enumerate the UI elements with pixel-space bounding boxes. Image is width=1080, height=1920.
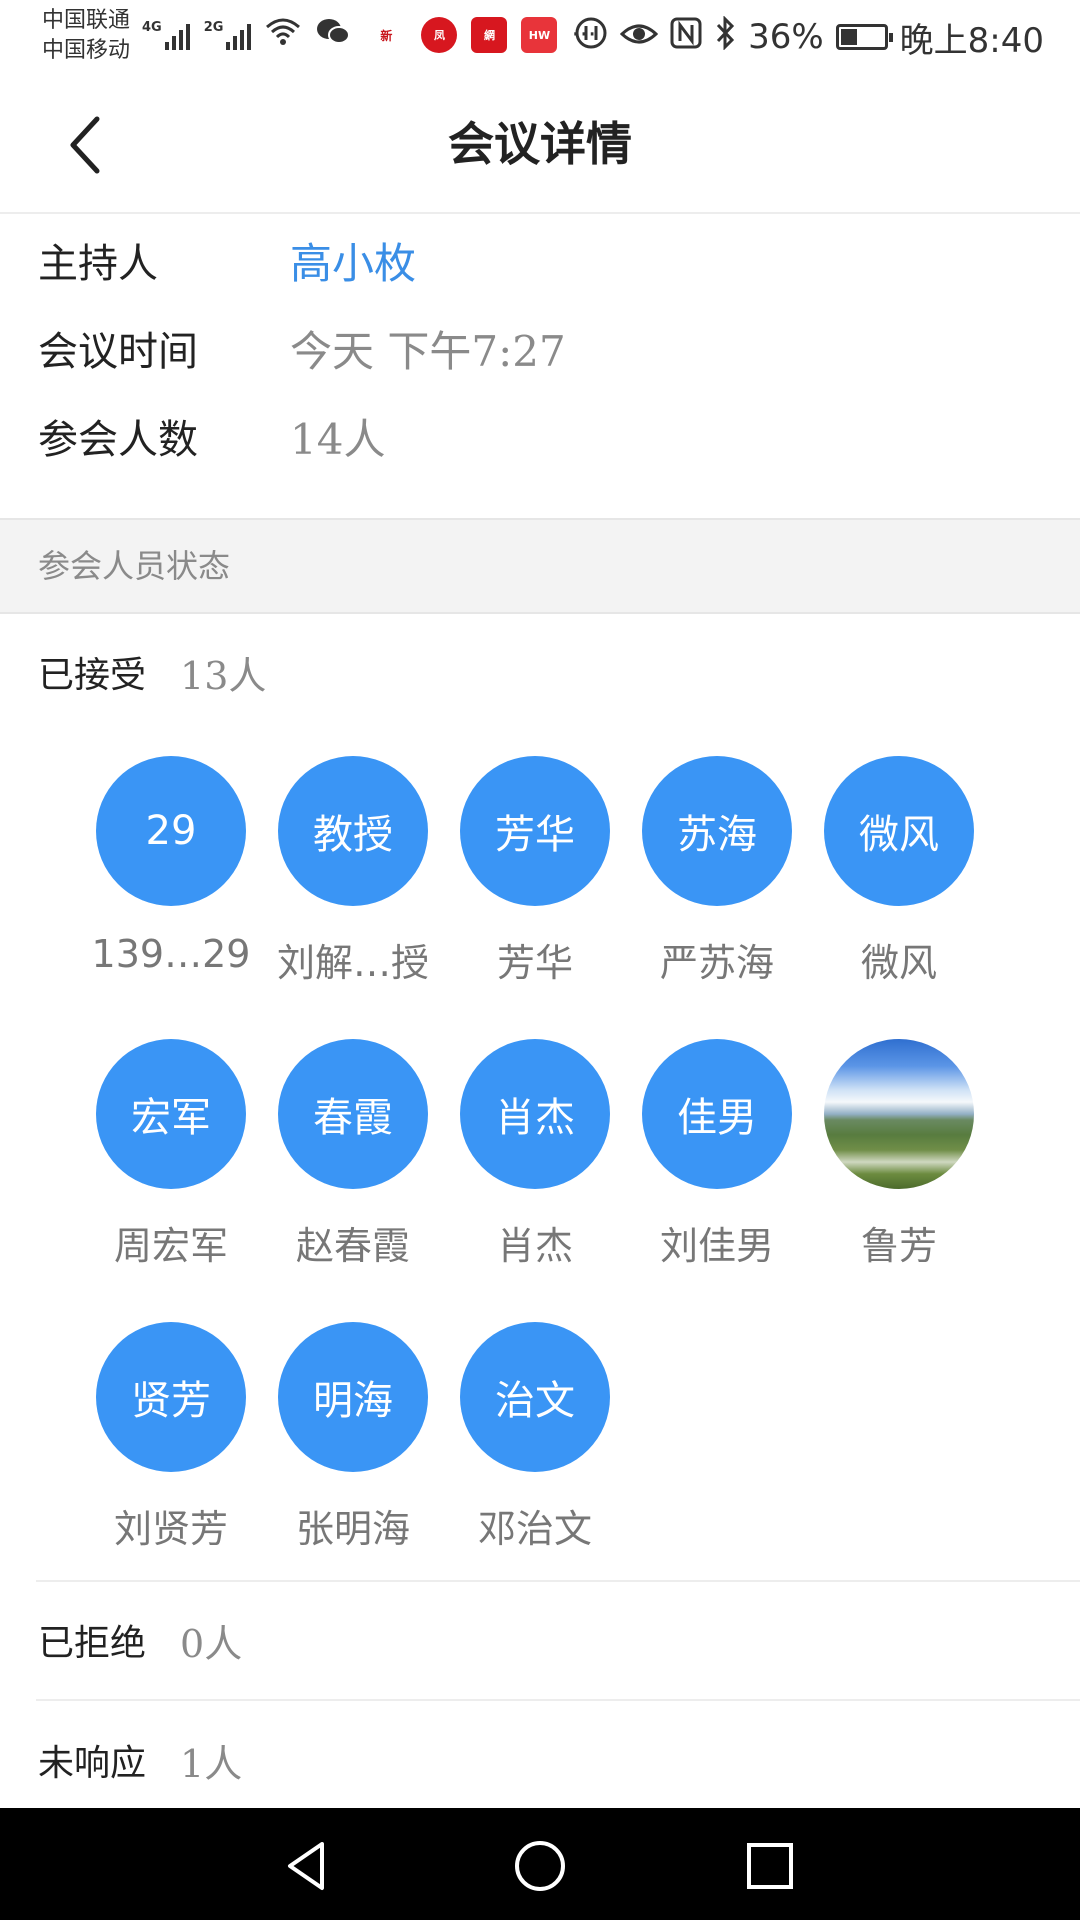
- avatar: 治文: [460, 1322, 610, 1472]
- no-response-label: 未响应: [38, 1743, 147, 1784]
- attendee-item[interactable]: 春霞 赵春霞: [262, 1023, 444, 1268]
- phoenix-icon: 凤: [421, 17, 458, 53]
- circle-home-icon: [515, 1841, 565, 1891]
- bluetooth-icon: [714, 14, 736, 59]
- nav-back-button[interactable]: [278, 1836, 338, 1896]
- attendee-item[interactable]: 治文 邓治文: [444, 1306, 626, 1551]
- attendee-name: 微风: [860, 941, 937, 985]
- netease-icon: 網: [471, 17, 508, 53]
- attendee-item[interactable]: 佳男 刘佳男: [626, 1023, 808, 1268]
- count-value: 14人: [290, 414, 386, 464]
- attendee-name: 139…29: [91, 932, 251, 976]
- page-title: 会议详情: [448, 117, 632, 171]
- attendee-item[interactable]: 鲁芳: [808, 1023, 990, 1268]
- eye-icon: [619, 17, 659, 57]
- battery-icon: [835, 24, 893, 50]
- section-header: 参会人员状态: [0, 518, 1080, 614]
- host-row: 主持人 高小枚: [0, 216, 1080, 304]
- attendee-name: 张明海: [295, 1507, 410, 1551]
- avatar: 佳男: [642, 1039, 792, 1189]
- wechat-icon: [315, 17, 351, 53]
- attendee-item[interactable]: 宏军 周宏军: [80, 1023, 262, 1268]
- wifi-icon: [265, 17, 301, 53]
- signal-icon: 4G: [142, 20, 190, 50]
- attendee-item[interactable]: 肖杰 肖杰: [444, 1023, 626, 1268]
- avatar: 教授: [278, 756, 428, 906]
- attendee-item[interactable]: 芳华 芳华: [444, 740, 626, 985]
- attendee-name: 赵春霞: [295, 1224, 410, 1268]
- attendee-item[interactable]: 贤芳 刘贤芳: [80, 1306, 262, 1551]
- attendee-name: 鲁芳: [860, 1224, 937, 1268]
- navigation-bar: [0, 1808, 1080, 1920]
- time-label: 会议时间: [38, 329, 198, 375]
- status-right: 36% 晚上8:40: [574, 12, 1044, 62]
- rejected-count: 0人: [180, 1621, 243, 1666]
- battery-fill: [840, 29, 857, 45]
- attendee-item[interactable]: 29 139…29: [80, 740, 262, 980]
- accepted-label: 已接受: [38, 655, 147, 696]
- clock: 晚上8:40: [899, 20, 1044, 61]
- avatar: 芳华: [460, 756, 610, 906]
- square-recents-icon: [747, 1843, 793, 1889]
- status-bar: 中国联通 中国移动 4G 2G 新 凤 網 HW ··· 36% 晚上8:40: [0, 0, 1080, 74]
- avatar: 明海: [278, 1322, 428, 1472]
- network-type-1: 4G: [142, 20, 162, 35]
- accepted-count: 13人: [180, 653, 267, 698]
- attendee-name: 刘解…授: [276, 941, 429, 985]
- attendee-name: 周宏军: [113, 1224, 228, 1268]
- avatar: 苏海: [642, 756, 792, 906]
- nav-recents-button[interactable]: [740, 1836, 800, 1896]
- data-icon: [574, 16, 608, 59]
- triangle-back-icon: [288, 1842, 324, 1890]
- avatar: 春霞: [278, 1039, 428, 1189]
- no-response-header[interactable]: 未响应 1人: [38, 1730, 242, 1790]
- news-icon: 新: [365, 17, 408, 53]
- carrier-2: 中国移动: [42, 38, 131, 63]
- rejected-header[interactable]: 已拒绝 0人: [38, 1610, 242, 1670]
- chevron-left-icon: [70, 116, 100, 174]
- network-type-2: 2G: [203, 20, 224, 35]
- time-row: 会议时间 今天 下午7:27: [0, 304, 1080, 392]
- status-icons: 4G 2G 新 凤 網 HW ···: [142, 10, 596, 60]
- nfc-icon: [670, 17, 702, 58]
- carrier-1: 中国联通: [42, 8, 131, 33]
- divider: [36, 1580, 1080, 1582]
- attendee-name: 刘贤芳: [113, 1507, 228, 1551]
- attendee-item[interactable]: 微风 微风: [808, 740, 990, 985]
- back-button[interactable]: [50, 110, 120, 180]
- time-value: 今天 下午7:27: [290, 326, 566, 376]
- count-label: 参会人数: [38, 417, 198, 463]
- huawei-icon: HW: [521, 17, 558, 53]
- host-value[interactable]: 高小枚: [290, 230, 416, 291]
- avatar: 贤芳: [96, 1322, 246, 1472]
- avatar: 肖杰: [460, 1039, 610, 1189]
- attendee-name: 肖杰: [496, 1224, 573, 1268]
- accepted-header: 已接受 13人: [38, 642, 266, 702]
- no-response-count: 1人: [180, 1741, 243, 1786]
- attendee-name: 刘佳男: [659, 1224, 774, 1268]
- header: 会议详情: [0, 74, 1080, 214]
- avatar-photo: [824, 1039, 974, 1189]
- divider: [36, 1699, 1080, 1701]
- carrier-info: 中国联通 中国移动: [42, 6, 130, 66]
- avatar: 宏军: [96, 1039, 246, 1189]
- nav-home-button[interactable]: [510, 1836, 570, 1896]
- meeting-info: 主持人 高小枚 会议时间 今天 下午7:27 参会人数 14人: [0, 216, 1080, 480]
- attendee-item[interactable]: 苏海 严苏海: [626, 740, 808, 985]
- attendee-item[interactable]: 明海 张明海: [262, 1306, 444, 1551]
- signal-icon-2: 2G: [204, 20, 252, 50]
- battery-percent: 36%: [748, 17, 824, 57]
- count-row: 参会人数 14人: [0, 392, 1080, 480]
- section-title: 参会人员状态: [38, 547, 231, 585]
- attendee-name: 芳华: [496, 941, 573, 985]
- host-label: 主持人: [38, 241, 158, 287]
- attendee-name: 邓治文: [477, 1507, 592, 1551]
- avatar: 29: [96, 756, 246, 906]
- avatar: 微风: [824, 756, 974, 906]
- attendee-item[interactable]: 教授刘解…授: [262, 740, 444, 985]
- rejected-label: 已拒绝: [38, 1623, 147, 1664]
- attendee-name: 严苏海: [659, 941, 774, 985]
